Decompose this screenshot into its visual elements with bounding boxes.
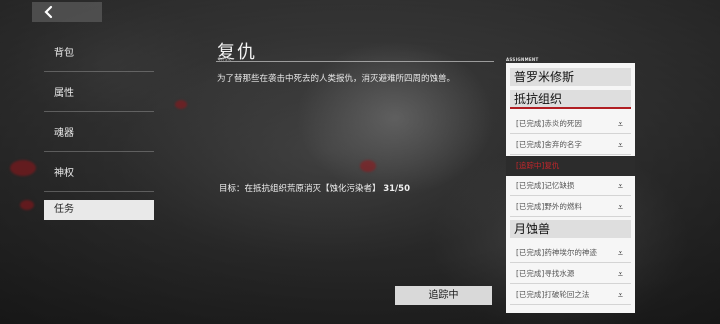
group-header[interactable]: 月蚀兽	[510, 220, 631, 238]
objective-text: 目标：在抵抗组织荒原消灭【蚀化污染者】	[219, 184, 381, 194]
chevron-down-icon: ⩡	[617, 270, 623, 280]
quest-list-item[interactable]: [已完成]记忆缺损 ⩡	[510, 176, 631, 196]
quest-list-item[interactable]: [已完成]赤炎的死因 ⩡	[510, 114, 631, 134]
quest-list-item[interactable]: [已完成]寻找水源 ⩡	[510, 264, 631, 284]
assignment-label: ASSIGNMENT	[506, 57, 539, 62]
quest-list-item[interactable]: [已完成]打破轮回之法 ⩡	[510, 285, 631, 305]
quest-objective: 目标：在抵抗组织荒原消灭【蚀化污染者】 31/50	[219, 182, 410, 194]
quest-list-item-label: [已完成]药神埃尔的神迹	[516, 248, 597, 257]
menu-item-bag[interactable]: 背包	[44, 36, 154, 72]
chevron-down-icon: ⩡	[617, 120, 623, 130]
menu-item-soulware[interactable]: 魂器	[44, 116, 154, 152]
quest-list-item[interactable]: [已完成]药神埃尔的神迹 ⩡	[510, 243, 631, 263]
blood-splatter	[20, 200, 34, 210]
quest-list-item[interactable]: [已完成]野外的燃料 ⩡	[510, 197, 631, 217]
quest-list-item-label: [已完成]舍弃的名字	[516, 140, 582, 149]
menu-item-tasks[interactable]: 任务	[44, 200, 154, 220]
chevron-down-icon: ⩡	[617, 249, 623, 259]
quest-list-item-label: [已完成]记忆缺损	[516, 181, 575, 190]
chevron-down-icon: ⩡	[617, 203, 623, 213]
quest-list-item-label: [已完成]打破轮回之法	[516, 290, 590, 299]
chevron-down-icon: ⩡	[617, 182, 623, 192]
chevron-down-icon: ⩡	[617, 141, 623, 151]
chevron-left-icon	[44, 5, 53, 19]
back-button[interactable]	[32, 2, 102, 22]
quest-list-item-label: [已完成]赤炎的死因	[516, 119, 582, 128]
menu-item-divine-power[interactable]: 神权	[44, 156, 154, 192]
blood-splatter	[10, 160, 36, 176]
blood-splatter	[175, 100, 187, 109]
objective-progress: 31/50	[383, 184, 410, 194]
group-header[interactable]: 抵抗组织	[510, 90, 631, 109]
tracking-button[interactable]: 追踪中	[395, 286, 492, 305]
quest-list-item-label: [已完成]野外的燃料	[516, 202, 582, 211]
title-divider	[216, 61, 494, 62]
tracking-quest-item[interactable]: [追踪中]复仇	[506, 156, 635, 176]
menu-item-attributes[interactable]: 属性	[44, 76, 154, 112]
quest-list-item-label: [已完成]寻找水源	[516, 269, 575, 278]
side-menu: 背包 属性 魂器 神权 任务	[44, 36, 154, 224]
quest-description: 为了替那些在袭击中死去的人类报仇，消灭避难所四周的蚀兽。	[217, 74, 456, 84]
blood-splatter	[360, 160, 376, 172]
chevron-down-icon: ⩡	[617, 291, 623, 301]
group-header[interactable]: 普罗米修斯	[510, 68, 631, 86]
quest-list-item[interactable]: [已完成]舍弃的名字 ⩡	[510, 135, 631, 155]
assignment-panel: 普罗米修斯 抵抗组织 [已完成]赤炎的死因 ⩡ [已完成]舍弃的名字 ⩡ [追踪…	[506, 63, 635, 313]
